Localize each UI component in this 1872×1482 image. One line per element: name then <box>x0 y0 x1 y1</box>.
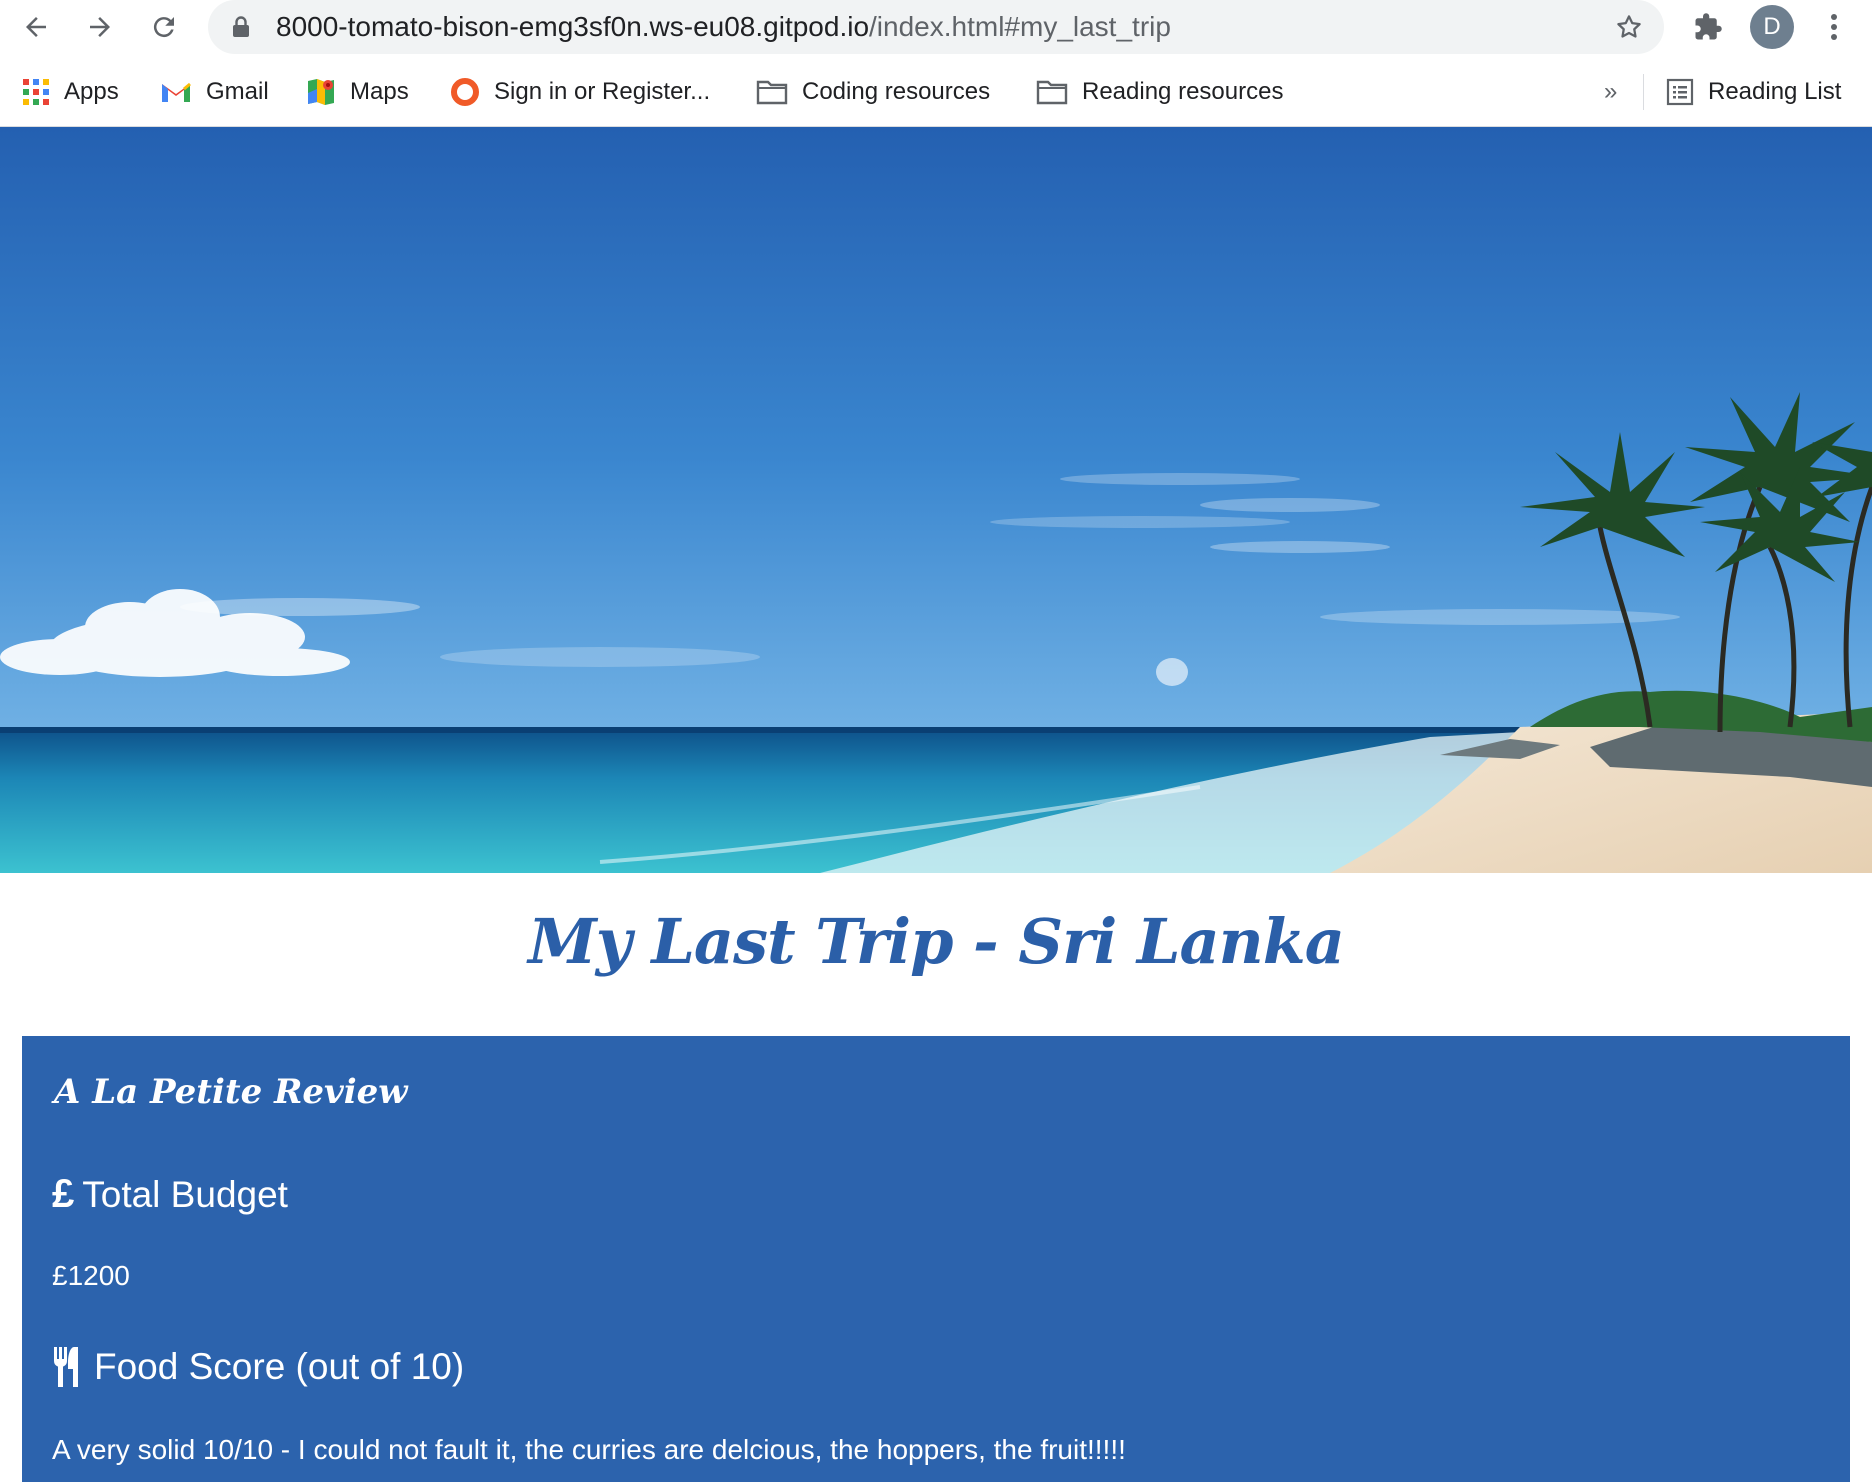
budget-heading-label: Total Budget <box>82 1173 288 1215</box>
bookmarks-divider <box>1643 74 1644 110</box>
reading-list-button[interactable]: Reading List <box>1666 74 1841 110</box>
bookmark-label: Sign in or Register... <box>494 78 711 105</box>
food-text: A very solid 10/10 - I could not fault i… <box>52 1434 1126 1465</box>
bookmarks-bar: Apps Gmail Maps Sign in or Register... C… <box>0 62 1872 127</box>
bookmark-maps[interactable]: Maps <box>306 74 409 110</box>
apps-grid-icon <box>22 78 50 106</box>
food-heading: Food Score (out of 10) <box>52 1346 464 1388</box>
bookmark-star-icon[interactable] <box>1614 12 1644 47</box>
bookmark-coding-resources[interactable]: Coding resources <box>756 74 990 110</box>
budget-value: £1200 <box>52 1260 130 1291</box>
extensions-button[interactable] <box>1688 7 1728 47</box>
browser-menu-button[interactable] <box>1818 7 1850 47</box>
bookmark-label: Coding resources <box>802 78 991 105</box>
ring-icon <box>450 77 480 107</box>
back-button[interactable] <box>16 7 56 47</box>
budget-heading: £ Total Budget <box>52 1172 288 1217</box>
utensils-icon <box>52 1347 86 1387</box>
gmail-icon <box>160 80 192 104</box>
bookmark-label: Apps <box>64 78 119 105</box>
review-panel: A La Petite Review £ Total Budget £1200 … <box>22 1036 1850 1482</box>
bookmark-apps[interactable]: Apps <box>22 74 119 110</box>
reading-list-label: Reading List <box>1708 78 1842 105</box>
reload-button[interactable] <box>144 7 184 47</box>
forward-button[interactable] <box>80 7 120 47</box>
beach-illustration <box>0 127 1872 873</box>
address-bar[interactable]: 8000-tomato-bison-emg3sf0n.ws-eu08.gitpo… <box>208 0 1664 54</box>
back-arrow-icon <box>26 17 46 37</box>
profile-avatar[interactable]: D <box>1750 5 1794 49</box>
maps-icon <box>306 77 336 107</box>
food-heading-label: Food Score (out of 10) <box>94 1346 465 1387</box>
reload-icon <box>153 17 174 38</box>
hero-image <box>0 127 1872 873</box>
bookmarks-overflow-button[interactable]: » <box>1604 74 1617 110</box>
bookmark-gmail[interactable]: Gmail <box>160 74 269 110</box>
bookmark-label: Gmail <box>206 78 269 105</box>
bookmark-sign-in[interactable]: Sign in or Register... <box>450 74 710 110</box>
url-host: 8000-tomato-bison-emg3sf0n.ws-eu08.gitpo… <box>276 11 870 42</box>
url-path: /index.html#my_last_trip <box>869 11 1171 42</box>
lock-icon <box>232 16 250 43</box>
bookmark-reading-resources[interactable]: Reading resources <box>1036 74 1283 110</box>
bookmark-label: Reading resources <box>1082 78 1284 105</box>
folder-icon <box>756 79 788 105</box>
folder-icon <box>1036 79 1068 105</box>
reading-list-icon <box>1666 78 1694 106</box>
browser-toolbar: 8000-tomato-bison-emg3sf0n.ws-eu08.gitpo… <box>0 0 1872 54</box>
more-vert-icon <box>1831 14 1837 40</box>
page-title: My Last Trip - Sri Lanka <box>528 905 1345 978</box>
url-text: 8000-tomato-bison-emg3sf0n.ws-eu08.gitpo… <box>276 0 1171 54</box>
review-heading: A La Petite Review <box>54 1072 408 1112</box>
bookmark-label: Maps <box>350 78 409 105</box>
forward-arrow-icon <box>90 17 110 37</box>
puzzle-icon <box>1695 13 1722 40</box>
pound-icon: £ <box>52 1172 75 1216</box>
